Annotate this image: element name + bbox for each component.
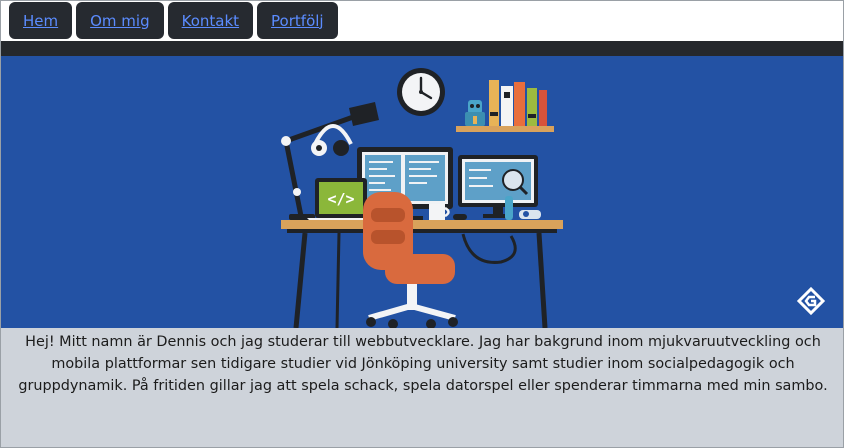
- about-section: Hej! Mitt namn är Dennis och jag studera…: [1, 328, 843, 447]
- bio-paragraph: Hej! Mitt namn är Dennis och jag studera…: [18, 334, 828, 394]
- nav-button-portfolj[interactable]: Portfölj: [257, 2, 338, 39]
- hero-banner: </>: [1, 56, 843, 328]
- laptop-code-text: </>: [327, 190, 354, 208]
- nav-link-portfolj[interactable]: Portfölj: [271, 12, 324, 30]
- workspace-desk-illustration: </>: [1, 56, 843, 328]
- top-navigation: Hem Om mig Kontakt Portfölj: [9, 2, 338, 40]
- header-divider-bar: [1, 41, 843, 56]
- nav-button-hem[interactable]: Hem: [9, 2, 73, 39]
- mouse-icon: [453, 214, 467, 220]
- webcam-icon: [519, 210, 541, 219]
- bottle-icon: [505, 196, 513, 220]
- page: Hem Om mig Kontakt Portfölj </> Hej! Mit…: [0, 0, 844, 448]
- robot-figurine-icon: [465, 100, 485, 126]
- nav-button-kontakt[interactable]: Kontakt: [167, 2, 254, 39]
- wall-clock-icon: [397, 68, 445, 116]
- nav-link-om-mig[interactable]: Om mig: [90, 12, 150, 30]
- nav-button-om-mig[interactable]: Om mig: [76, 2, 164, 39]
- nav-link-hem[interactable]: Hem: [23, 12, 58, 30]
- nav-link-kontakt[interactable]: Kontakt: [182, 12, 239, 30]
